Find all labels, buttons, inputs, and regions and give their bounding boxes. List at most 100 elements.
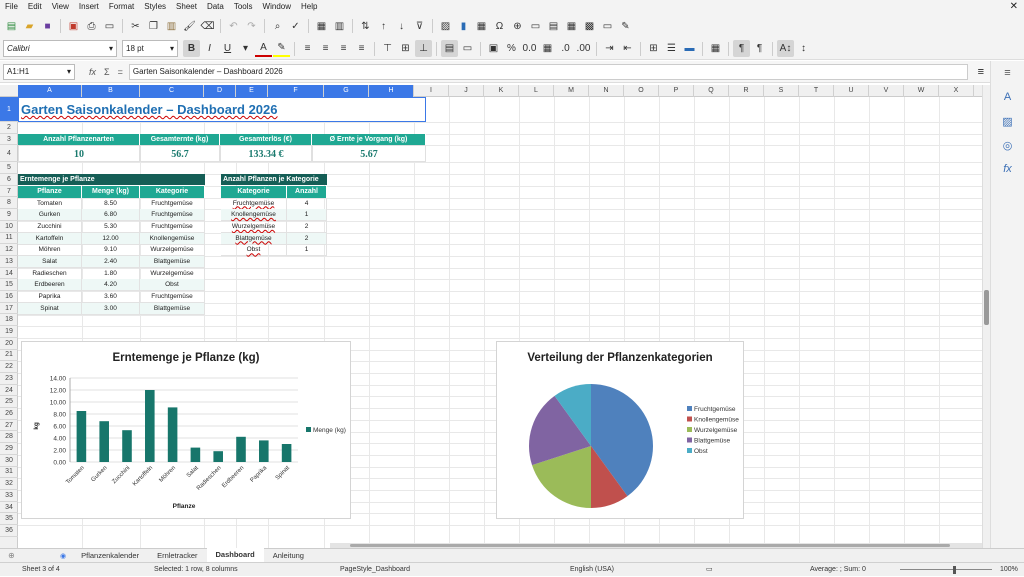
pivot-table-icon[interactable]: ▦ — [473, 18, 490, 35]
cut-icon[interactable]: ✂ — [127, 18, 144, 35]
column-header[interactable]: C — [140, 85, 204, 97]
table-cell[interactable]: Blattgemüse — [221, 232, 287, 245]
scroll-thumb[interactable] — [984, 290, 989, 325]
row-header[interactable]: 24 — [0, 385, 18, 397]
center-vertically-icon[interactable]: ⊞ — [397, 40, 414, 57]
define-print-area-icon[interactable]: ▦ — [563, 18, 580, 35]
row-header[interactable]: 14 — [0, 268, 18, 280]
bold-icon[interactable]: B — [183, 40, 200, 57]
conditional-format-icon[interactable]: ▦ — [707, 40, 724, 57]
row-header[interactable]: 23 — [0, 373, 18, 385]
undo-icon[interactable]: ↶ — [225, 18, 242, 35]
comment-icon[interactable]: ▭ — [527, 18, 544, 35]
align-center-icon[interactable]: ≡ — [317, 40, 334, 57]
table-cell[interactable]: 3.60 — [82, 291, 140, 304]
table-cell[interactable]: 12.00 — [82, 232, 140, 245]
column-header[interactable]: Q — [694, 85, 729, 97]
table-cell[interactable]: Blattgemüse — [140, 302, 205, 315]
align-left-icon[interactable]: ≡ — [299, 40, 316, 57]
menu-help[interactable]: Help — [296, 0, 322, 14]
chevron-down-icon[interactable]: ▾ — [170, 44, 174, 53]
decrease-indent-icon[interactable]: ⇤ — [619, 40, 636, 57]
font-size-combobox[interactable]: 18 pt ▾ — [122, 40, 178, 57]
row-header[interactable]: 36 — [0, 525, 18, 537]
freeze-rows-columns-icon[interactable]: ▩ — [581, 18, 598, 35]
status-language[interactable]: English (USA) — [570, 563, 614, 577]
column-header[interactable]: A — [18, 85, 82, 97]
column-header[interactable]: D — [204, 85, 236, 97]
row-header[interactable]: 10 — [0, 221, 18, 233]
row-header[interactable]: 19 — [0, 326, 18, 338]
delete-decimal-icon[interactable]: .00 — [575, 40, 592, 57]
kpi-value[interactable]: 133.34 € — [220, 145, 312, 163]
zoom-slider[interactable] — [900, 569, 992, 570]
kpi-value[interactable]: 56.7 — [140, 145, 220, 163]
menu-edit[interactable]: Edit — [23, 0, 47, 14]
column-header[interactable]: H — [369, 85, 414, 97]
properties-icon[interactable]: ≡ — [991, 61, 1024, 85]
bar[interactable] — [122, 430, 132, 462]
sort-descending-icon[interactable]: ↓ — [393, 18, 410, 35]
bar[interactable] — [167, 407, 178, 462]
text-direction-rtl-icon[interactable]: ¶ — [751, 40, 768, 57]
row-header[interactable]: 20 — [0, 338, 18, 350]
vertical-text-icon[interactable]: ↕ — [795, 40, 812, 57]
copy-icon[interactable]: ❐ — [145, 18, 162, 35]
selection-mode-icon[interactable]: ▭ — [706, 563, 713, 577]
increase-indent-icon[interactable]: ⇥ — [601, 40, 618, 57]
column-header[interactable]: R — [729, 85, 764, 97]
table-cell[interactable]: Erdbeeren — [18, 279, 82, 292]
table-cell[interactable]: Obst — [221, 244, 287, 257]
column-header[interactable]: E — [236, 85, 268, 97]
column-header[interactable]: K — [484, 85, 519, 97]
wrap-text-icon[interactable]: ▤ — [441, 40, 458, 57]
column-header[interactable]: B — [82, 85, 140, 97]
styles-icon[interactable]: A — [991, 85, 1024, 109]
column-header[interactable]: W — [904, 85, 939, 97]
table-cell[interactable]: Wurzelgemüse — [140, 244, 205, 257]
menu-sheet[interactable]: Sheet — [171, 0, 202, 14]
tab-erntetracker[interactable]: Ernletracker — [148, 549, 206, 563]
table-cell[interactable]: Fruchtgemüse — [140, 291, 205, 304]
scroll-thumb[interactable] — [350, 544, 950, 547]
table-cell[interactable]: 8.50 — [82, 197, 140, 210]
bar[interactable] — [190, 447, 201, 462]
table-cell[interactable]: 6.80 — [82, 209, 140, 222]
name-box[interactable]: A1:H1 ▾ — [3, 63, 75, 80]
table-cell[interactable]: 1.80 — [82, 267, 140, 280]
row-header[interactable]: 22 — [0, 361, 18, 373]
underline-icon[interactable]: U — [219, 40, 236, 57]
function-wizard-icon[interactable]: fx — [89, 67, 96, 77]
kpi-value[interactable]: 5.67 — [312, 145, 426, 163]
merge-center-icon[interactable]: ▭ — [459, 40, 476, 57]
row-header[interactable]: 27 — [0, 420, 18, 432]
menu-styles[interactable]: Styles — [139, 0, 171, 14]
table-cell[interactable]: Spinat — [18, 302, 82, 315]
column-header[interactable]: X — [939, 85, 974, 97]
row-header[interactable]: 11 — [0, 233, 18, 245]
text-orientation-icon[interactable]: A↕ — [777, 40, 794, 57]
menu-tools[interactable]: Tools — [229, 0, 258, 14]
highlight-color-icon[interactable]: ✎ — [273, 40, 290, 57]
find-replace-icon[interactable]: ⌕ — [269, 18, 286, 35]
percent-format-icon[interactable]: % — [503, 40, 520, 57]
bar[interactable] — [213, 451, 223, 462]
borders-icon[interactable]: ⊞ — [645, 40, 662, 57]
add-sheet-icon[interactable]: ⊕ — [0, 551, 60, 560]
table-cell[interactable]: 2 — [287, 232, 327, 245]
row-header[interactable]: 12 — [0, 244, 18, 256]
column-header[interactable]: N — [589, 85, 624, 97]
column-header[interactable]: J — [449, 85, 484, 97]
chevron-down-icon[interactable]: ▾ — [67, 67, 71, 76]
special-character-icon[interactable]: Ω — [491, 18, 508, 35]
column-header[interactable]: S — [764, 85, 799, 97]
print-icon[interactable]: ⎙ — [83, 18, 100, 35]
row-header[interactable]: 5 — [0, 162, 18, 175]
formula-input[interactable]: Garten Saisonkalender – Dashboard 2026 — [128, 63, 968, 80]
table-cell[interactable]: 9.10 — [82, 244, 140, 257]
row-header[interactable]: 34 — [0, 502, 18, 514]
table-cell[interactable]: Fruchtgemüse — [140, 197, 205, 210]
row-header[interactable]: 31 — [0, 467, 18, 479]
row-header[interactable]: 32 — [0, 478, 18, 490]
tab-anleitung[interactable]: Anleitung — [264, 549, 313, 563]
